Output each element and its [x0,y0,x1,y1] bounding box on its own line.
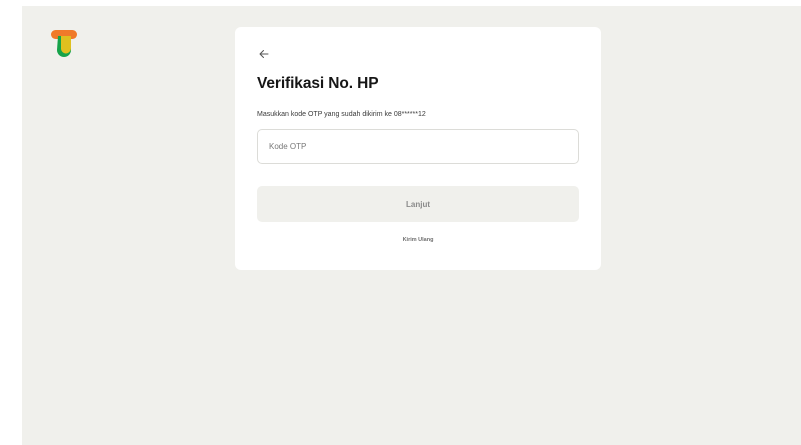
resend-otp-link[interactable]: Kirim Ulang [257,237,579,243]
back-button[interactable] [257,47,271,61]
arrow-left-icon [257,48,271,65]
otp-instruction-text: Masukkan kode OTP yang sudah dikirim ke … [257,111,426,118]
otp-code-input[interactable] [257,129,579,164]
otp-verification-card: Verifikasi No. HP Masukkan kode OTP yang… [235,27,601,270]
app-logo-icon [50,28,80,58]
continue-button[interactable]: Lanjut [257,186,579,222]
page-title: Verifikasi No. HP [257,75,379,92]
